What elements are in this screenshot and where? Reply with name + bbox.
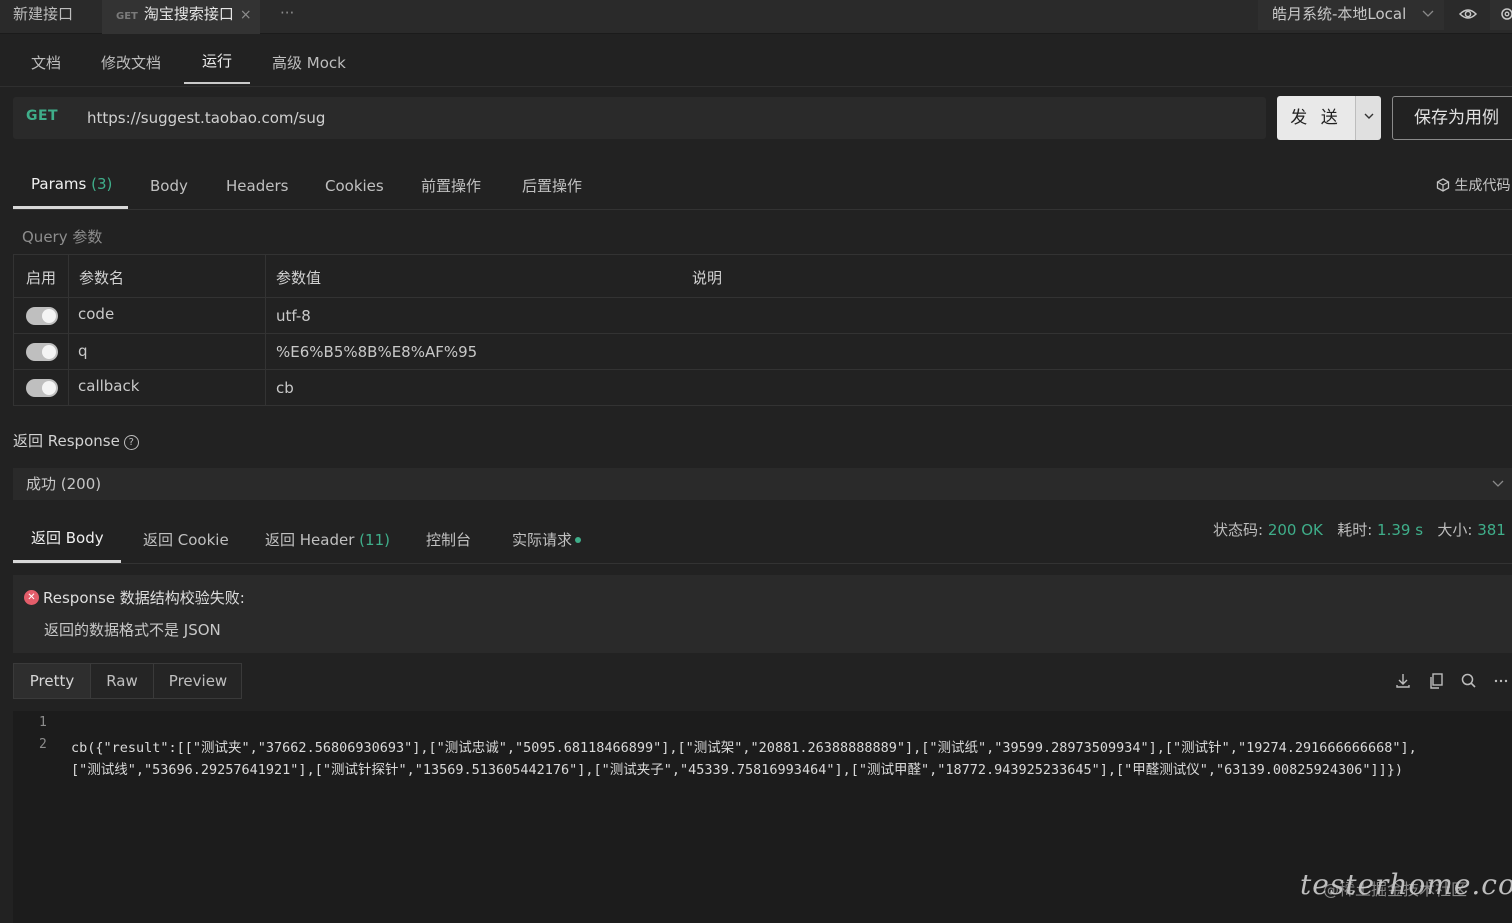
top-tab-bar: 新建接口 GET 淘宝搜索接口 × ··· 皓月系统-本地Local xyxy=(0,0,1512,34)
response-title-label: 返回 Response xyxy=(13,432,120,450)
response-status-option: 成功 (200) xyxy=(26,475,102,493)
time-value: 1.39 s xyxy=(1377,521,1424,539)
tab-response-body[interactable]: 返回 Body xyxy=(31,527,104,549)
generate-code-label: 生成代码 xyxy=(1454,178,1511,194)
tab-method-badge: GET xyxy=(116,11,138,22)
tab-params-label: Params xyxy=(31,175,87,193)
response-title: 返回 Response? xyxy=(13,430,139,451)
params-count: (3) xyxy=(91,175,113,193)
line-number: 2 xyxy=(39,737,47,752)
col-name-header: 参数名 xyxy=(79,269,125,287)
tab-console[interactable]: 控制台 xyxy=(426,529,471,551)
error-icon: ✕ xyxy=(24,590,39,605)
tab-actual-request-label: 实际请求 xyxy=(512,531,573,549)
format-pretty-button[interactable]: Pretty xyxy=(14,664,90,698)
size-label: 大小: xyxy=(1437,521,1473,539)
tab-body[interactable]: Body xyxy=(150,175,188,197)
param-value[interactable]: %E6%B5%8B%E8%AF%95 xyxy=(276,343,477,361)
param-value[interactable]: cb xyxy=(276,379,294,397)
param-name[interactable]: q xyxy=(78,342,88,360)
param-name[interactable]: code xyxy=(78,305,114,323)
table-row: q %E6%B5%8B%E8%AF%95 xyxy=(14,334,1512,370)
params-table: 启用 参数名 参数值 说明 code utf-8 q %E6%B5%8B%E8%… xyxy=(13,254,1512,406)
tab-doc[interactable]: 文档 xyxy=(31,52,61,74)
status-dot xyxy=(575,537,582,543)
tab-actual-request[interactable]: 实际请求 xyxy=(512,529,582,551)
validation-panel: ✕ Response 数据结构校验失败: 返回的数据格式不是 JSON xyxy=(13,575,1512,653)
status-code-value: 200 OK xyxy=(1267,521,1323,539)
download-icon[interactable] xyxy=(1393,671,1413,691)
response-status-summary: 状态码: 200 OK 耗时: 1.39 s 大小: 381 B xyxy=(1213,519,1512,540)
response-body-editor[interactable]: 1 2 cb({"result":[["测试夹","37662.56806930… xyxy=(13,711,1512,923)
param-name[interactable]: callback xyxy=(78,377,139,395)
divider xyxy=(0,86,1512,87)
col-desc-header: 说明 xyxy=(692,269,723,287)
close-icon[interactable]: × xyxy=(240,7,252,23)
cube-icon xyxy=(1436,178,1454,194)
generate-code-button[interactable]: 生成代码 xyxy=(1436,175,1510,195)
param-enable-toggle[interactable] xyxy=(26,307,58,325)
chevron-down-icon xyxy=(1363,113,1375,141)
send-dropdown-button[interactable] xyxy=(1355,96,1381,140)
validation-title: Response 数据结构校验失败: xyxy=(43,589,245,607)
chevron-down-icon xyxy=(1422,0,1434,39)
format-switcher: Pretty Raw Preview xyxy=(13,663,242,699)
table-header-row: 启用 参数名 参数值 说明 xyxy=(14,255,1512,298)
tab-taobao-search[interactable]: GET 淘宝搜索接口 × xyxy=(102,0,260,34)
status-code-label: 状态码: xyxy=(1213,521,1264,539)
more-icon[interactable] xyxy=(1492,671,1512,691)
code-line: ["测试线","53696.29257641921"],["测试针探针","13… xyxy=(71,762,1403,778)
gear-icon[interactable] xyxy=(1490,0,1512,30)
active-tab-indicator xyxy=(184,82,250,84)
tab-new-interface[interactable]: 新建接口 xyxy=(0,0,100,34)
response-status-select[interactable]: 成功 (200) xyxy=(13,468,1512,500)
environment-label: 皓月系统-本地Local xyxy=(1272,5,1407,23)
tab-run[interactable]: 运行 xyxy=(202,50,232,72)
copy-icon[interactable] xyxy=(1426,671,1446,691)
search-icon[interactable] xyxy=(1459,671,1479,691)
param-enable-toggle[interactable] xyxy=(26,379,58,397)
col-enabled-header: 启用 xyxy=(26,269,57,287)
divider xyxy=(13,209,1512,210)
size-value: 381 B xyxy=(1477,521,1512,539)
time-label: 耗时: xyxy=(1337,521,1373,539)
tab-edit-doc[interactable]: 修改文档 xyxy=(101,52,161,74)
table-row: code utf-8 xyxy=(14,298,1512,334)
query-params-label: Query 参数 xyxy=(22,228,103,246)
url-input[interactable] xyxy=(75,102,1255,134)
format-raw-button[interactable]: Raw xyxy=(91,664,153,698)
chevron-down-icon xyxy=(1492,468,1504,513)
tab-response-header[interactable]: 返回 Header (11) xyxy=(265,529,390,551)
format-preview-button[interactable]: Preview xyxy=(154,664,242,698)
param-value[interactable]: utf-8 xyxy=(276,307,311,325)
tab-title: 淘宝搜索接口 xyxy=(143,5,234,23)
save-as-case-button[interactable]: 保存为用例 xyxy=(1392,96,1512,140)
divider xyxy=(13,563,1512,564)
line-number: 1 xyxy=(39,715,47,730)
eye-icon[interactable] xyxy=(1450,0,1486,30)
param-enable-toggle[interactable] xyxy=(26,343,58,361)
watermark-logo: testerhome.com xyxy=(1300,868,1512,901)
tab-params[interactable]: Params (3) xyxy=(31,173,112,195)
environment-select[interactable]: 皓月系统-本地Local xyxy=(1258,0,1444,30)
tab-response-cookie[interactable]: 返回 Cookie xyxy=(143,529,229,551)
method-select[interactable]: GET xyxy=(26,108,58,124)
col-value-header: 参数值 xyxy=(276,269,322,287)
validation-message: 返回的数据格式不是 JSON xyxy=(44,621,221,639)
tab-post-actions[interactable]: 后置操作 xyxy=(522,175,582,197)
tab-headers[interactable]: Headers xyxy=(226,175,288,197)
url-bar: GET xyxy=(13,97,1266,139)
table-row: callback cb xyxy=(14,370,1512,406)
send-button[interactable]: 发 送 xyxy=(1277,96,1355,140)
code-line: cb({"result":[["测试夹","37662.56806930693"… xyxy=(71,740,1417,756)
tab-response-header-label: 返回 Header xyxy=(265,531,355,549)
header-count: (11) xyxy=(359,531,390,549)
tab-advanced-mock[interactable]: 高级 Mock xyxy=(272,52,346,74)
tab-pre-actions[interactable]: 前置操作 xyxy=(421,175,481,197)
more-tabs-icon[interactable]: ··· xyxy=(280,0,294,26)
tab-cookies[interactable]: Cookies xyxy=(325,175,384,197)
help-icon[interactable]: ? xyxy=(123,435,139,450)
